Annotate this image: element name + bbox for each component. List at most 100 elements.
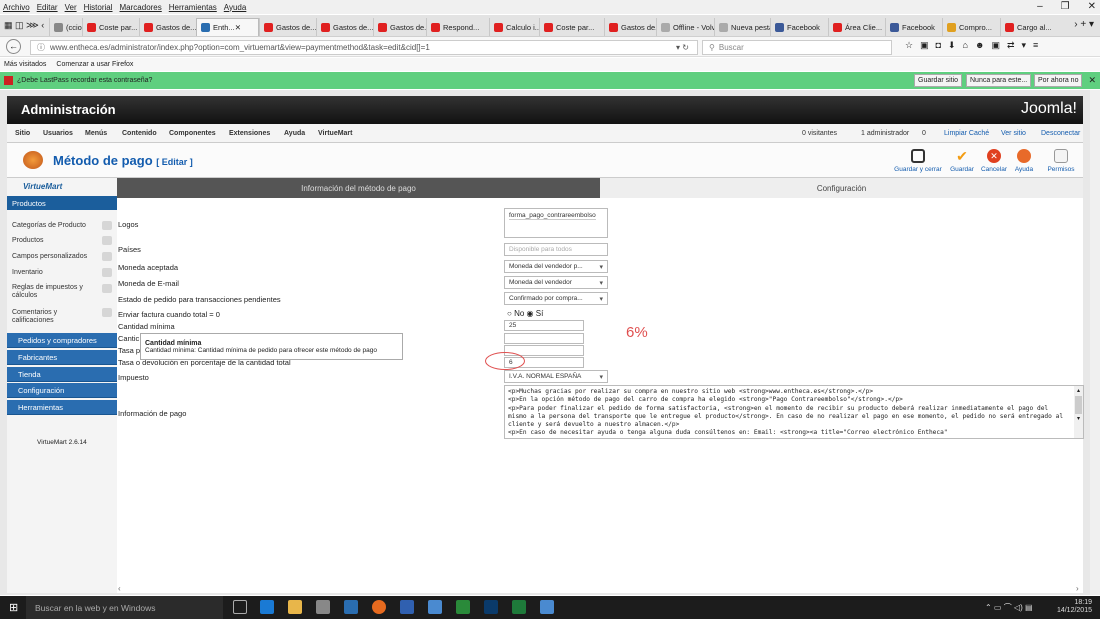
browser-tab[interactable]: Offline - Volv... bbox=[656, 18, 714, 36]
bookmark-comenzar[interactable]: Comenzar a usar Firefox bbox=[56, 61, 133, 68]
windows-start-icon[interactable]: ⊞ bbox=[9, 601, 18, 614]
url-bar[interactable]: ⓘ www.entheca.es/administrator/index.php… bbox=[30, 40, 698, 55]
menu-herramientas[interactable]: Herramientas bbox=[169, 3, 217, 12]
menu-usuarios[interactable]: Usuarios bbox=[43, 130, 73, 137]
email-currency-select[interactable]: Moneda del vendedor bbox=[504, 276, 608, 289]
toolbar-icons[interactable]: ☆▣◘⬇⌂☻▣⇄▾≡ bbox=[905, 40, 1045, 51]
app-icon-3[interactable] bbox=[428, 600, 442, 614]
sidebar-group-configuracion[interactable]: Configuración bbox=[7, 383, 117, 398]
app-icon-5[interactable] bbox=[540, 600, 554, 614]
edge-icon[interactable] bbox=[260, 600, 274, 614]
browser-tab[interactable]: Respond... bbox=[426, 18, 489, 36]
browser-tab[interactable]: Gastos de... bbox=[604, 18, 656, 36]
cantidad-max-input[interactable] bbox=[504, 333, 584, 344]
sidebar-item-productos[interactable]: Productos bbox=[12, 237, 44, 245]
menu-menus[interactable]: Menús bbox=[85, 130, 107, 137]
close-window-icon[interactable]: ✕ bbox=[1088, 1, 1096, 12]
paises-select[interactable]: Disponible para todos bbox=[504, 243, 608, 256]
tab-informacion[interactable]: Información del método de pago bbox=[117, 178, 600, 198]
sidebar-group-herramientas[interactable]: Herramientas bbox=[7, 400, 117, 415]
excel-icon[interactable] bbox=[512, 600, 526, 614]
sidebar-group-pedidos[interactable]: Pedidos y compradores bbox=[7, 333, 117, 348]
sidebar-header-productos[interactable]: Productos bbox=[7, 196, 117, 210]
browser-tab[interactable]: Nueva pestaña bbox=[714, 18, 770, 36]
task-view-icon[interactable] bbox=[233, 600, 247, 614]
back-icon[interactable]: ← bbox=[6, 39, 21, 54]
menu-contenido[interactable]: Contenido bbox=[122, 130, 157, 137]
permissions-button[interactable]: Permisos bbox=[1045, 149, 1077, 173]
menu-componentes[interactable]: Componentes bbox=[169, 130, 216, 137]
browser-tab[interactable]: Calculo i... bbox=[489, 18, 539, 36]
firefox-icon[interactable] bbox=[372, 600, 386, 614]
browser-tab[interactable]: Gastos de... bbox=[316, 18, 373, 36]
lastpass-never-button[interactable]: Nunca para este... bbox=[966, 74, 1032, 87]
browser-tab[interactable]: (ccio... bbox=[49, 18, 82, 36]
impuesto-select[interactable]: I.V.A. NORMAL ESPAÑA bbox=[504, 370, 608, 383]
lastpass-save-button[interactable]: Guardar sitio bbox=[914, 74, 963, 87]
store-icon[interactable] bbox=[316, 600, 330, 614]
hscroll-right-icon[interactable]: › bbox=[1076, 584, 1079, 593]
menu-ayuda[interactable]: Ayuda bbox=[284, 130, 305, 137]
menu-editar[interactable]: Editar bbox=[37, 3, 58, 12]
info-pago-textarea[interactable]: <p>Muchas gracias por realizar su compra… bbox=[504, 385, 1084, 439]
tab-configuracion[interactable]: Configuración bbox=[600, 178, 1083, 198]
browser-tab[interactable]: Enth... ✕ bbox=[196, 18, 259, 36]
browser-tab[interactable]: Gastos de... bbox=[259, 18, 316, 36]
sidebar-item-comentarios[interactable]: Comentarios y calificaciones bbox=[12, 309, 90, 325]
tab-list-icon[interactable]: ▦ ◫ ⋙ ‹ bbox=[4, 20, 44, 31]
menu-ayuda[interactable]: Ayuda bbox=[224, 3, 247, 12]
new-tab-icon[interactable]: › + ▾ bbox=[1074, 19, 1094, 30]
moneda-select[interactable]: Moneda del vendedor p... bbox=[504, 260, 608, 273]
browser-tab[interactable]: Gastos de... bbox=[139, 18, 196, 36]
taskbar-clock[interactable]: 18:19 14/12/2015 bbox=[1057, 599, 1092, 615]
page-scrollbar[interactable] bbox=[1090, 90, 1100, 595]
lastpass-notnow-button[interactable]: Por ahora no bbox=[1034, 74, 1083, 87]
sidebar-item-categorias[interactable]: Categorías de Producto bbox=[12, 222, 86, 230]
explorer-icon[interactable] bbox=[288, 600, 302, 614]
app-icon-1[interactable] bbox=[344, 600, 358, 614]
menu-archivo[interactable]: Archivo bbox=[3, 3, 30, 12]
bookmark-mas-visitados[interactable]: Más visitados bbox=[4, 61, 46, 68]
app-icon-2[interactable] bbox=[400, 600, 414, 614]
logos-select[interactable]: forma_pago_contrareembolso bbox=[504, 208, 608, 238]
browser-tab[interactable]: Coste par... bbox=[82, 18, 139, 36]
tray-icons[interactable]: ⌃ ▭ ⌒ ◁) ▤ bbox=[985, 602, 1033, 613]
hscroll-left-icon[interactable]: ‹ bbox=[118, 584, 121, 593]
menu-sitio[interactable]: Sitio bbox=[15, 130, 30, 137]
save-button[interactable]: ✔ Guardar bbox=[947, 149, 977, 173]
browser-tab[interactable]: Facebook bbox=[885, 18, 942, 36]
logout-link[interactable]: Desconectar bbox=[1041, 130, 1080, 137]
sidebar-group-tienda[interactable]: Tienda bbox=[7, 367, 117, 382]
save-close-button[interactable]: Guardar y cerrar bbox=[890, 149, 946, 173]
menu-extensiones[interactable]: Extensiones bbox=[229, 130, 270, 137]
browser-tab[interactable]: Gastos de... bbox=[373, 18, 426, 36]
reload-icon[interactable]: ▾ ↻ bbox=[676, 43, 689, 52]
messages-count[interactable]: 0 bbox=[922, 130, 926, 137]
maximize-icon[interactable]: ❐ bbox=[1061, 1, 1070, 12]
browser-tab[interactable]: Cargo al... bbox=[1000, 18, 1052, 36]
app-icon-4[interactable] bbox=[456, 600, 470, 614]
photoshop-icon[interactable] bbox=[484, 600, 498, 614]
cantidad-input[interactable]: 25 bbox=[504, 320, 584, 331]
sidebar-item-impuestos[interactable]: Reglas de impuestos y cálculos bbox=[12, 284, 90, 300]
browser-tab[interactable]: Facebook bbox=[770, 18, 828, 36]
info-icon[interactable]: ⓘ bbox=[37, 42, 45, 53]
estado-select[interactable]: Confirmado por compra... bbox=[504, 292, 608, 305]
radio-no-icon[interactable]: ○ bbox=[507, 309, 512, 318]
menu-marcadores[interactable]: Marcadores bbox=[120, 3, 162, 12]
taskbar-search[interactable]: Buscar en la web y en Windows bbox=[26, 596, 223, 619]
menu-historial[interactable]: Historial bbox=[84, 3, 113, 12]
cancel-button[interactable]: ✕ Cancelar bbox=[979, 149, 1009, 173]
clear-cache-link[interactable]: Limpiar Caché bbox=[944, 130, 989, 137]
browser-tab[interactable]: Área Clie... bbox=[828, 18, 885, 36]
browser-tab[interactable]: Compro... bbox=[942, 18, 1000, 36]
minimize-icon[interactable]: – bbox=[1037, 1, 1043, 12]
browser-tab[interactable]: Coste par... bbox=[539, 18, 604, 36]
view-site-link[interactable]: Ver sitio bbox=[1001, 130, 1026, 137]
radio-si-icon[interactable]: ◉ bbox=[527, 309, 534, 318]
textarea-scrollbar[interactable]: ▴ ▾ bbox=[1074, 386, 1083, 438]
menu-ver[interactable]: Ver bbox=[65, 3, 77, 12]
lastpass-close-icon[interactable]: ✕ bbox=[1088, 75, 1096, 86]
sidebar-item-campos[interactable]: Campos personalizados bbox=[12, 253, 87, 261]
sidebar-group-fabricantes[interactable]: Fabricantes bbox=[7, 350, 117, 365]
